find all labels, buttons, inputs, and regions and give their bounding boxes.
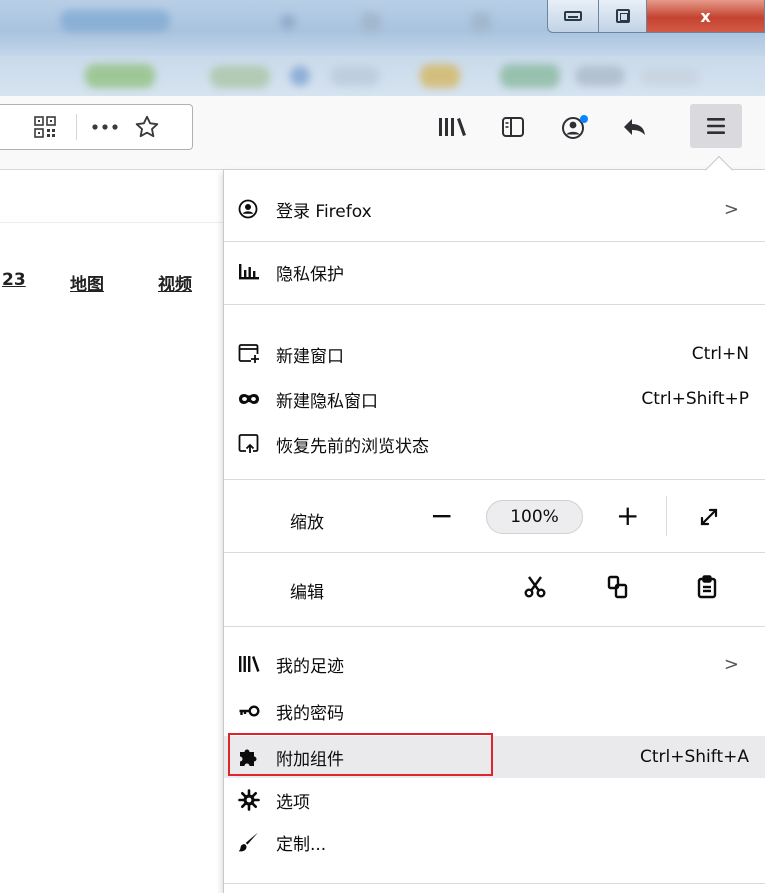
zoom-label: 缩放: [290, 513, 324, 533]
menu-item-passwords[interactable]: 我的密码: [224, 694, 765, 728]
menu-separator: [224, 626, 765, 627]
edit-label: 编辑: [290, 583, 324, 603]
menu-item-options[interactable]: 选项: [224, 783, 765, 817]
chevron-right-icon: >: [723, 198, 739, 220]
menu-icon[interactable]: [690, 104, 742, 148]
blurred-icon: [470, 12, 492, 32]
shortcut-text: Ctrl+Shift+P: [641, 389, 749, 409]
key-icon: [238, 704, 276, 718]
menu-item-library[interactable]: 我的足迹 >: [224, 647, 765, 681]
blurred-bookmark: [85, 64, 155, 88]
account-icon: [238, 199, 276, 219]
blurred-bookmark: [420, 64, 460, 88]
zoom-out-button[interactable]: −: [430, 502, 453, 530]
qr-code-icon[interactable]: [20, 112, 70, 142]
menu-item-restore-session[interactable]: 恢复先前的浏览状态: [224, 427, 765, 461]
back-icon[interactable]: [615, 110, 655, 144]
star-icon[interactable]: [127, 112, 167, 142]
menu-item-label: 新建隐私窗口: [276, 391, 378, 412]
blurred-bookmark: [500, 64, 560, 88]
close-icon: x: [700, 6, 711, 26]
fullscreen-icon[interactable]: [694, 502, 724, 532]
blurred-icon: [360, 12, 382, 32]
navigation-toolbar: [0, 96, 765, 170]
more-icon[interactable]: [83, 112, 127, 142]
menu-item-customize[interactable]: 定制...: [224, 825, 765, 859]
maximize-button[interactable]: [599, 0, 647, 33]
menu-item-label: 恢复先前的浏览状态: [276, 436, 429, 457]
sidebar-icon[interactable]: [493, 110, 533, 144]
restore-session-icon: [238, 434, 276, 454]
menu-item-sign-in[interactable]: 登录 Firefox >: [224, 192, 765, 226]
minimize-icon: [564, 11, 582, 21]
menu-item-new-private-window[interactable]: 新建隐私窗口 Ctrl+Shift+P: [224, 382, 765, 416]
menu-item-new-window[interactable]: 新建窗口 Ctrl+N: [224, 337, 765, 371]
url-bar-separator: [76, 114, 77, 140]
divider: [0, 222, 225, 223]
blurred-bookmark: [210, 66, 270, 88]
page-link[interactable]: 23: [2, 270, 26, 290]
blurred-bookmark: [575, 66, 625, 86]
menu-item-label: 选项: [276, 792, 310, 813]
blurred-bookmark: [330, 66, 380, 86]
menu-item-label: 登录 Firefox: [276, 201, 372, 222]
zoom-divider: [666, 496, 667, 536]
blurred-tab: [60, 10, 170, 32]
url-bar[interactable]: [0, 104, 193, 150]
menu-separator: [224, 479, 765, 480]
new-window-icon: [238, 344, 276, 364]
copy-icon[interactable]: [605, 572, 631, 602]
account-icon[interactable]: [555, 110, 595, 144]
menu-item-label: 隐私保护: [276, 264, 344, 285]
zoom-in-button[interactable]: +: [616, 502, 639, 530]
menu-separator: [224, 552, 765, 553]
window-controls: x: [547, 0, 765, 33]
menu-item-label: 我的足迹: [276, 656, 344, 677]
chart-icon: [238, 263, 276, 281]
chevron-right-icon: >: [723, 653, 739, 675]
minimize-button[interactable]: [547, 0, 599, 33]
gear-icon: [238, 789, 276, 811]
library-icon: [238, 655, 276, 673]
blurred-bookmark: [290, 66, 310, 86]
brush-icon: [238, 831, 276, 853]
app-menu-panel: 登录 Firefox > 隐私保护 新建窗口 Ctrl+N 新建隐私窗口 Ctr…: [223, 170, 765, 893]
shortcut-text: Ctrl+Shift+A: [639, 747, 749, 767]
title-bar: x: [0, 0, 765, 56]
blurred-bookmark: [640, 68, 700, 86]
blurred-icon: [280, 14, 296, 30]
page-link-map[interactable]: 地图: [70, 270, 104, 295]
library-icon[interactable]: [432, 110, 472, 144]
menu-item-privacy[interactable]: 隐私保护: [224, 255, 765, 289]
menu-separator: [224, 304, 765, 305]
restore-icon: [615, 9, 630, 23]
highlight-annotation: [228, 733, 493, 776]
cut-icon[interactable]: [522, 572, 548, 602]
private-mask-icon: [238, 393, 276, 405]
zoom-value: 100%: [510, 507, 559, 527]
menu-item-label: 我的密码: [276, 703, 344, 724]
menu-item-label: 定制...: [276, 834, 327, 855]
page-link-video[interactable]: 视频: [158, 270, 192, 295]
menu-item-label: 新建窗口: [276, 346, 344, 367]
menu-separator: [224, 883, 765, 884]
close-button[interactable]: x: [647, 0, 765, 33]
zoom-reset-button[interactable]: 100%: [486, 500, 583, 534]
bookmarks-bar: [0, 56, 765, 96]
shortcut-text: Ctrl+N: [691, 344, 749, 364]
menu-separator: [224, 241, 765, 242]
paste-icon[interactable]: [694, 572, 720, 602]
